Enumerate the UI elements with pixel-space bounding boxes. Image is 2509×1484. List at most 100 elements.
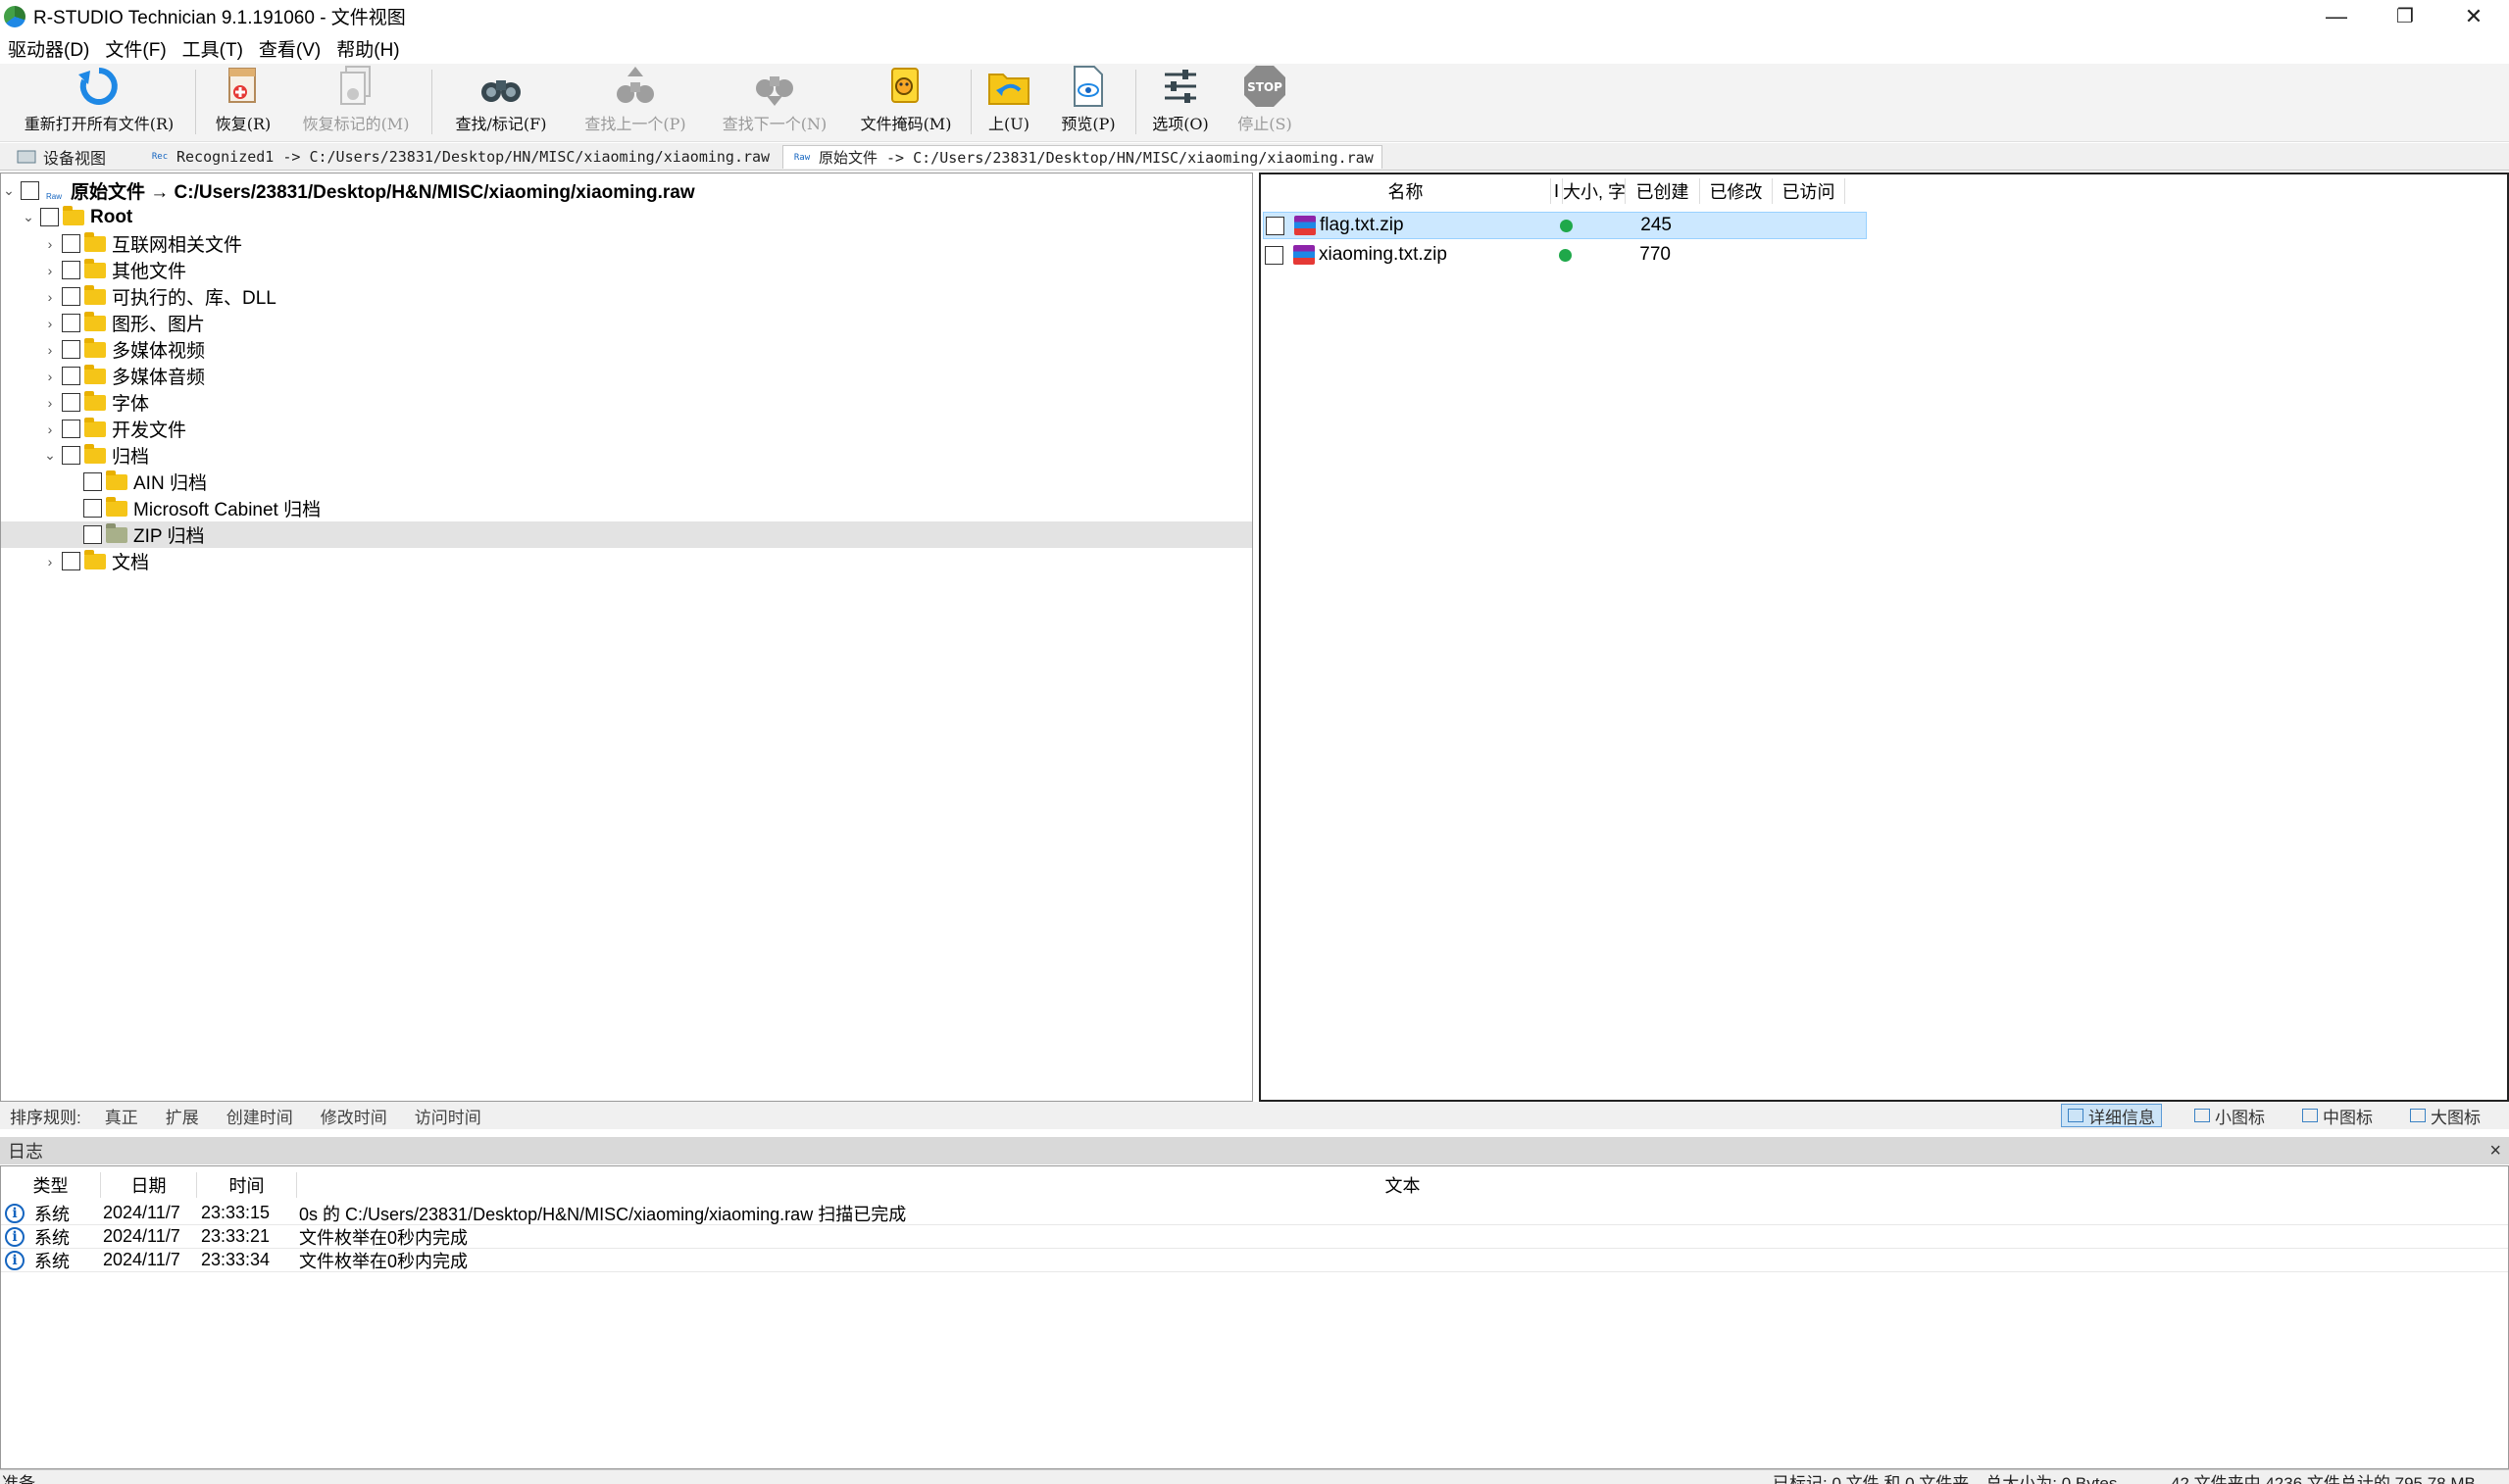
options-button[interactable]: 选项(O) <box>1143 64 1218 140</box>
checkbox[interactable] <box>1265 245 1283 265</box>
tab-recognized[interactable]: Rec Recognized1 -> C:/Users/23831/Deskto… <box>141 145 778 169</box>
tab-raw-files[interactable]: Raw 原始文件 -> C:/Users/23831/Desktop/HN/MI… <box>782 145 1382 169</box>
tab-device-view[interactable]: 设备视图 <box>8 145 114 169</box>
tree-item-internet[interactable]: › 互联网相关文件 <box>1 230 1252 257</box>
column-header-modified[interactable]: 已修改 <box>1700 178 1773 204</box>
file-row[interactable]: xiaoming.txt.zip 770 <box>1263 241 1867 269</box>
log-panel: 类型 日期 时间 文本 i 系统 2024/11/7 23:33:15 0s 的… <box>0 1165 2509 1469</box>
checkbox[interactable] <box>1266 216 1284 235</box>
minimize-button[interactable]: — <box>2302 0 2371 32</box>
reopen-all-files-button[interactable]: 重新打开所有文件(R) <box>8 64 190 140</box>
tree-item-root[interactable]: ⌄ Root <box>1 204 1252 230</box>
menu-view[interactable]: 查看(V) <box>251 35 328 62</box>
view-medium-icons-button[interactable]: 中图标 <box>2296 1104 2379 1127</box>
checkbox[interactable] <box>62 420 80 438</box>
checkbox[interactable] <box>21 181 39 200</box>
checkbox[interactable] <box>83 472 102 491</box>
sort-modified[interactable]: 修改时间 <box>307 1104 401 1128</box>
sort-label: 排序规则: <box>10 1108 81 1127</box>
log-title: 日志 <box>8 1142 43 1162</box>
tree-item-other[interactable]: › 其他文件 <box>1 257 1252 283</box>
column-header-created[interactable]: 已创建 <box>1626 178 1700 204</box>
checkbox[interactable] <box>62 446 80 465</box>
checkbox[interactable] <box>62 552 80 570</box>
chevron-right-icon[interactable]: › <box>42 316 58 331</box>
column-header-name[interactable]: 名称 <box>1261 178 1551 204</box>
menu-help[interactable]: 帮助(H) <box>328 35 407 62</box>
chevron-right-icon[interactable]: › <box>42 395 58 411</box>
sort-accessed[interactable]: 访问时间 <box>401 1104 495 1128</box>
checkbox[interactable] <box>62 234 80 253</box>
restore-button[interactable]: ❐ <box>2371 0 2439 32</box>
checkbox[interactable] <box>62 367 80 385</box>
window-title: R-STUDIO Technician 9.1.191060 - 文件视图 <box>33 8 406 28</box>
find-previous-button[interactable]: 查找上一个(P) <box>575 64 696 140</box>
checkbox[interactable] <box>83 499 102 518</box>
chevron-right-icon[interactable]: › <box>42 421 58 437</box>
tree-item-graphics[interactable]: › 图形、图片 <box>1 310 1252 336</box>
column-header-accessed[interactable]: 已访问 <box>1773 178 1845 204</box>
chevron-down-icon[interactable]: ⌄ <box>42 447 58 464</box>
tree-item-zip-archive[interactable]: ZIP 归档 <box>1 521 1252 548</box>
chevron-down-icon[interactable]: ⌄ <box>1 182 17 199</box>
log-column-date[interactable]: 日期 <box>101 1172 197 1198</box>
checkbox[interactable] <box>83 525 102 544</box>
view-large-icons-button[interactable]: 大图标 <box>2404 1104 2486 1127</box>
log-row[interactable]: i 系统 2024/11/7 23:33:34 文件枚举在0秒内完成 <box>1 1249 2508 1272</box>
folder-icon <box>63 205 84 225</box>
folder-icon <box>84 364 106 384</box>
checkbox[interactable] <box>62 340 80 359</box>
stop-button[interactable]: STOP 停止(S) <box>1228 64 1302 140</box>
checkbox[interactable] <box>40 208 59 226</box>
tree-item-documents[interactable]: › 文档 <box>1 548 1252 574</box>
chevron-right-icon[interactable]: › <box>42 289 58 305</box>
tree-item-audio[interactable]: › 多媒体音频 <box>1 363 1252 389</box>
menu-file[interactable]: 文件(F) <box>97 35 174 62</box>
chevron-right-icon[interactable]: › <box>42 342 58 358</box>
log-close-button[interactable]: × <box>2489 1140 2501 1162</box>
tree-item-dev[interactable]: › 开发文件 <box>1 416 1252 442</box>
tree-item-ain-archive[interactable]: AIN 归档 <box>1 469 1252 495</box>
recover-button[interactable]: 恢复(R) <box>204 64 282 140</box>
view-small-icons-button[interactable]: 小图标 <box>2188 1104 2271 1127</box>
up-button[interactable]: 上(U) <box>979 64 1039 140</box>
log-column-text[interactable]: 文本 <box>297 1172 2508 1198</box>
tree-item-executables[interactable]: › 可执行的、库、DLL <box>1 283 1252 310</box>
log-column-time[interactable]: 时间 <box>197 1172 297 1198</box>
sort-extension[interactable]: 扩展 <box>152 1104 213 1128</box>
view-details-button[interactable]: 详细信息 <box>2061 1104 2162 1127</box>
recover-marked-button[interactable]: 恢复标记的(M) <box>290 64 422 140</box>
file-mask-button[interactable]: 文件掩码(M) <box>853 64 959 140</box>
column-header-size[interactable]: 大小, 字节 <box>1563 178 1626 204</box>
chevron-right-icon[interactable]: › <box>42 554 58 569</box>
chevron-down-icon[interactable]: ⌄ <box>21 209 36 225</box>
file-mask-icon <box>883 65 928 108</box>
chevron-right-icon[interactable]: › <box>42 263 58 278</box>
find-mark-button[interactable]: 查找/标记(F) <box>441 64 561 140</box>
log-row[interactable]: i 系统 2024/11/7 23:33:15 0s 的 C:/Users/23… <box>1 1202 2508 1225</box>
log-row[interactable]: i 系统 2024/11/7 23:33:21 文件枚举在0秒内完成 <box>1 1225 2508 1249</box>
menu-drives[interactable]: 驱动器(D) <box>0 35 97 62</box>
chevron-right-icon[interactable]: › <box>42 236 58 252</box>
preview-button[interactable]: 预览(P) <box>1049 64 1128 140</box>
checkbox[interactable] <box>62 287 80 306</box>
tree-item-archives[interactable]: ⌄ 归档 <box>1 442 1252 469</box>
tree-root-path[interactable]: ⌄ Raw 原始文件 → C:/Users/23831/Desktop/H&N/… <box>1 177 1252 204</box>
menu-tools[interactable]: 工具(T) <box>175 35 251 62</box>
checkbox[interactable] <box>62 393 80 412</box>
close-button[interactable]: ✕ <box>2439 0 2508 32</box>
checkbox[interactable] <box>62 314 80 332</box>
chevron-right-icon[interactable]: › <box>42 369 58 384</box>
sort-real[interactable]: 真正 <box>91 1104 152 1128</box>
log-column-type[interactable]: 类型 <box>1 1172 101 1198</box>
checkbox[interactable] <box>62 261 80 279</box>
sort-created[interactable]: 创建时间 <box>213 1104 307 1128</box>
tree-item-video[interactable]: › 多媒体视频 <box>1 336 1252 363</box>
file-row[interactable]: flag.txt.zip 245 <box>1263 212 1867 239</box>
toolbar-separator <box>971 70 972 134</box>
column-header-status[interactable]: Ⅰ <box>1551 178 1563 204</box>
status-ready: 准备 <box>2 1474 35 1484</box>
tree-item-fonts[interactable]: › 字体 <box>1 389 1252 416</box>
tree-item-cabinet-archive[interactable]: Microsoft Cabinet 归档 <box>1 495 1252 521</box>
find-next-button[interactable]: 查找下一个(N) <box>712 64 837 140</box>
